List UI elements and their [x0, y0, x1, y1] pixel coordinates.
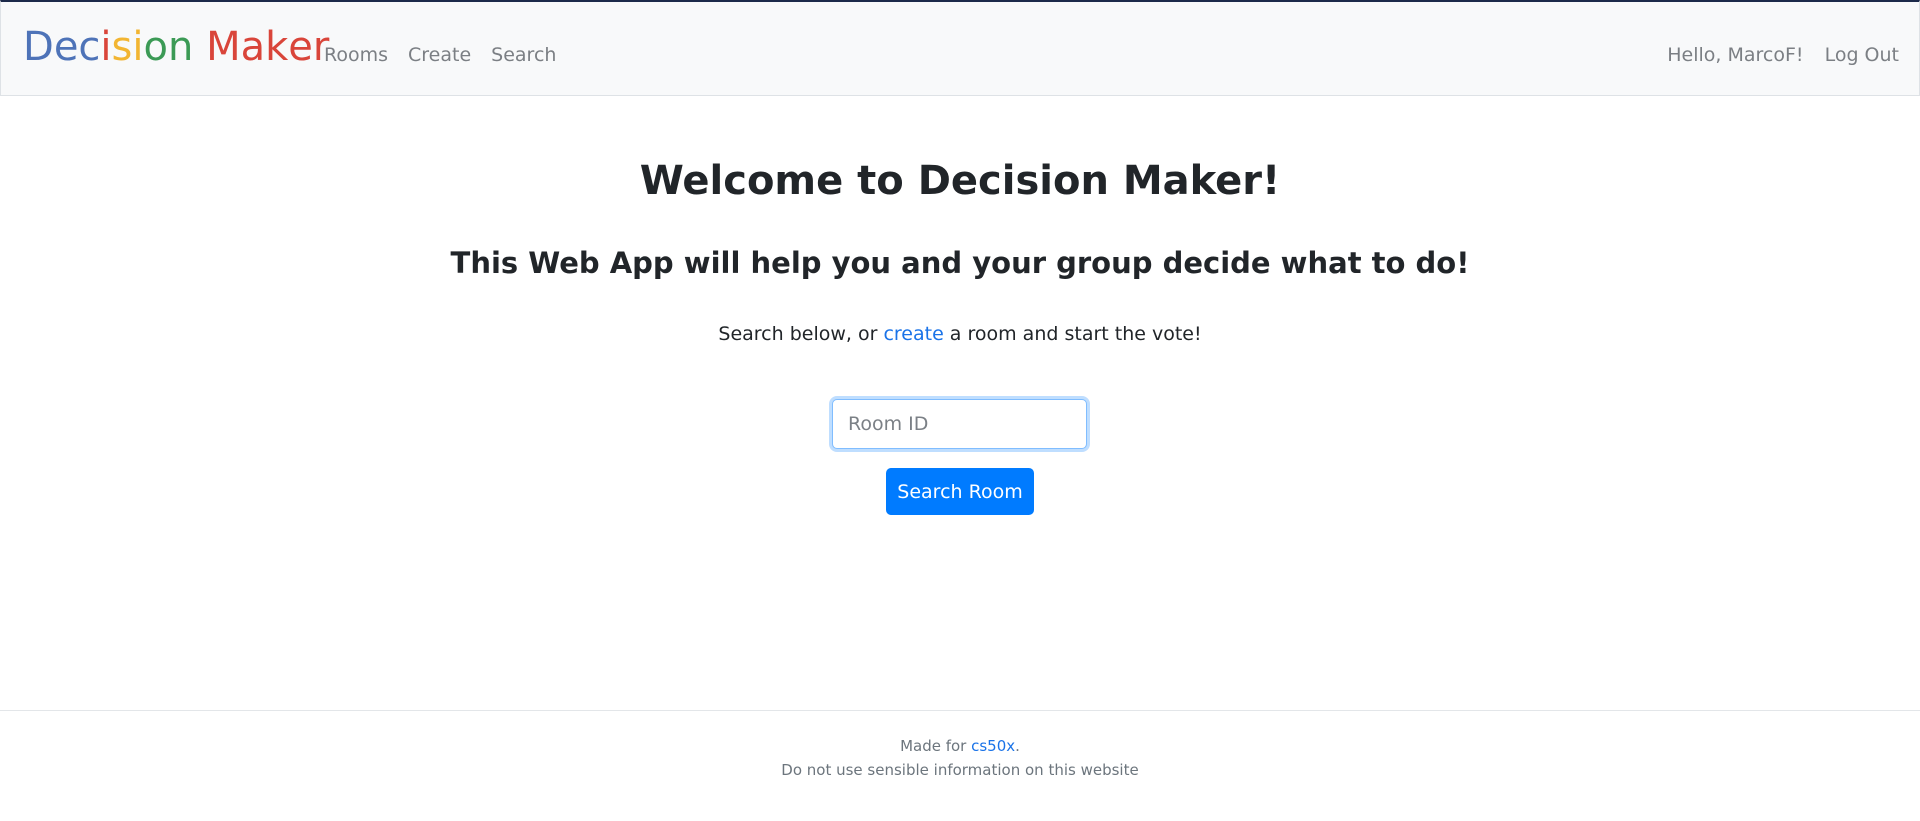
- footer-divider: [0, 710, 1920, 711]
- intro-text-after: a room and start the vote!: [943, 323, 1202, 345]
- cs50x-link[interactable]: cs50x: [971, 737, 1015, 755]
- navbar: Decision Maker Rooms Create Search Hello…: [0, 0, 1920, 96]
- page-title: Welcome to Decision Maker!: [639, 158, 1281, 204]
- brand-letter: e: [288, 24, 313, 70]
- page-subtitle: This Web App will help you and your grou…: [450, 246, 1470, 280]
- brand-letter: n: [168, 24, 194, 70]
- user-greeting-link[interactable]: Hello, MarcoF!: [1667, 44, 1803, 66]
- brand-letter: c: [78, 24, 101, 70]
- nav-link-rooms[interactable]: Rooms: [324, 44, 388, 66]
- intro-text: Search below, or create a room and start…: [0, 323, 1920, 345]
- nav-link-search[interactable]: Search: [491, 44, 556, 66]
- brand-letter: i: [132, 24, 144, 70]
- nav-links: Rooms Create Search: [324, 44, 556, 66]
- nav-link-create[interactable]: Create: [408, 44, 471, 66]
- brand-letter: D: [23, 24, 54, 70]
- brand-logo-link[interactable]: Decision Maker: [23, 27, 329, 67]
- brand-letter: M: [206, 24, 241, 70]
- room-id-input[interactable]: [832, 399, 1087, 449]
- nav-user-area: Hello, MarcoF! Log Out: [1667, 44, 1899, 66]
- logout-link[interactable]: Log Out: [1825, 44, 1899, 66]
- brand-letter: i: [100, 24, 112, 70]
- brand-letter: o: [143, 24, 168, 70]
- brand-letter: s: [111, 24, 133, 70]
- footer-made-for-suffix: .: [1015, 737, 1020, 755]
- footer: Made for cs50x. Do not use sensible info…: [0, 734, 1920, 782]
- footer-disclaimer: Do not use sensible information on this …: [781, 761, 1139, 779]
- footer-made-for-prefix: Made for: [900, 737, 972, 755]
- search-room-button[interactable]: Search Room: [886, 468, 1034, 515]
- brand-letter: k: [265, 24, 289, 70]
- intro-text-before: Search below, or: [718, 323, 884, 345]
- footer-made-for: Made for cs50x.: [0, 734, 1920, 758]
- brand-letter: a: [240, 24, 266, 70]
- brand-letter: [193, 27, 206, 67]
- brand-letter: e: [53, 24, 79, 70]
- create-room-link[interactable]: create: [883, 323, 943, 345]
